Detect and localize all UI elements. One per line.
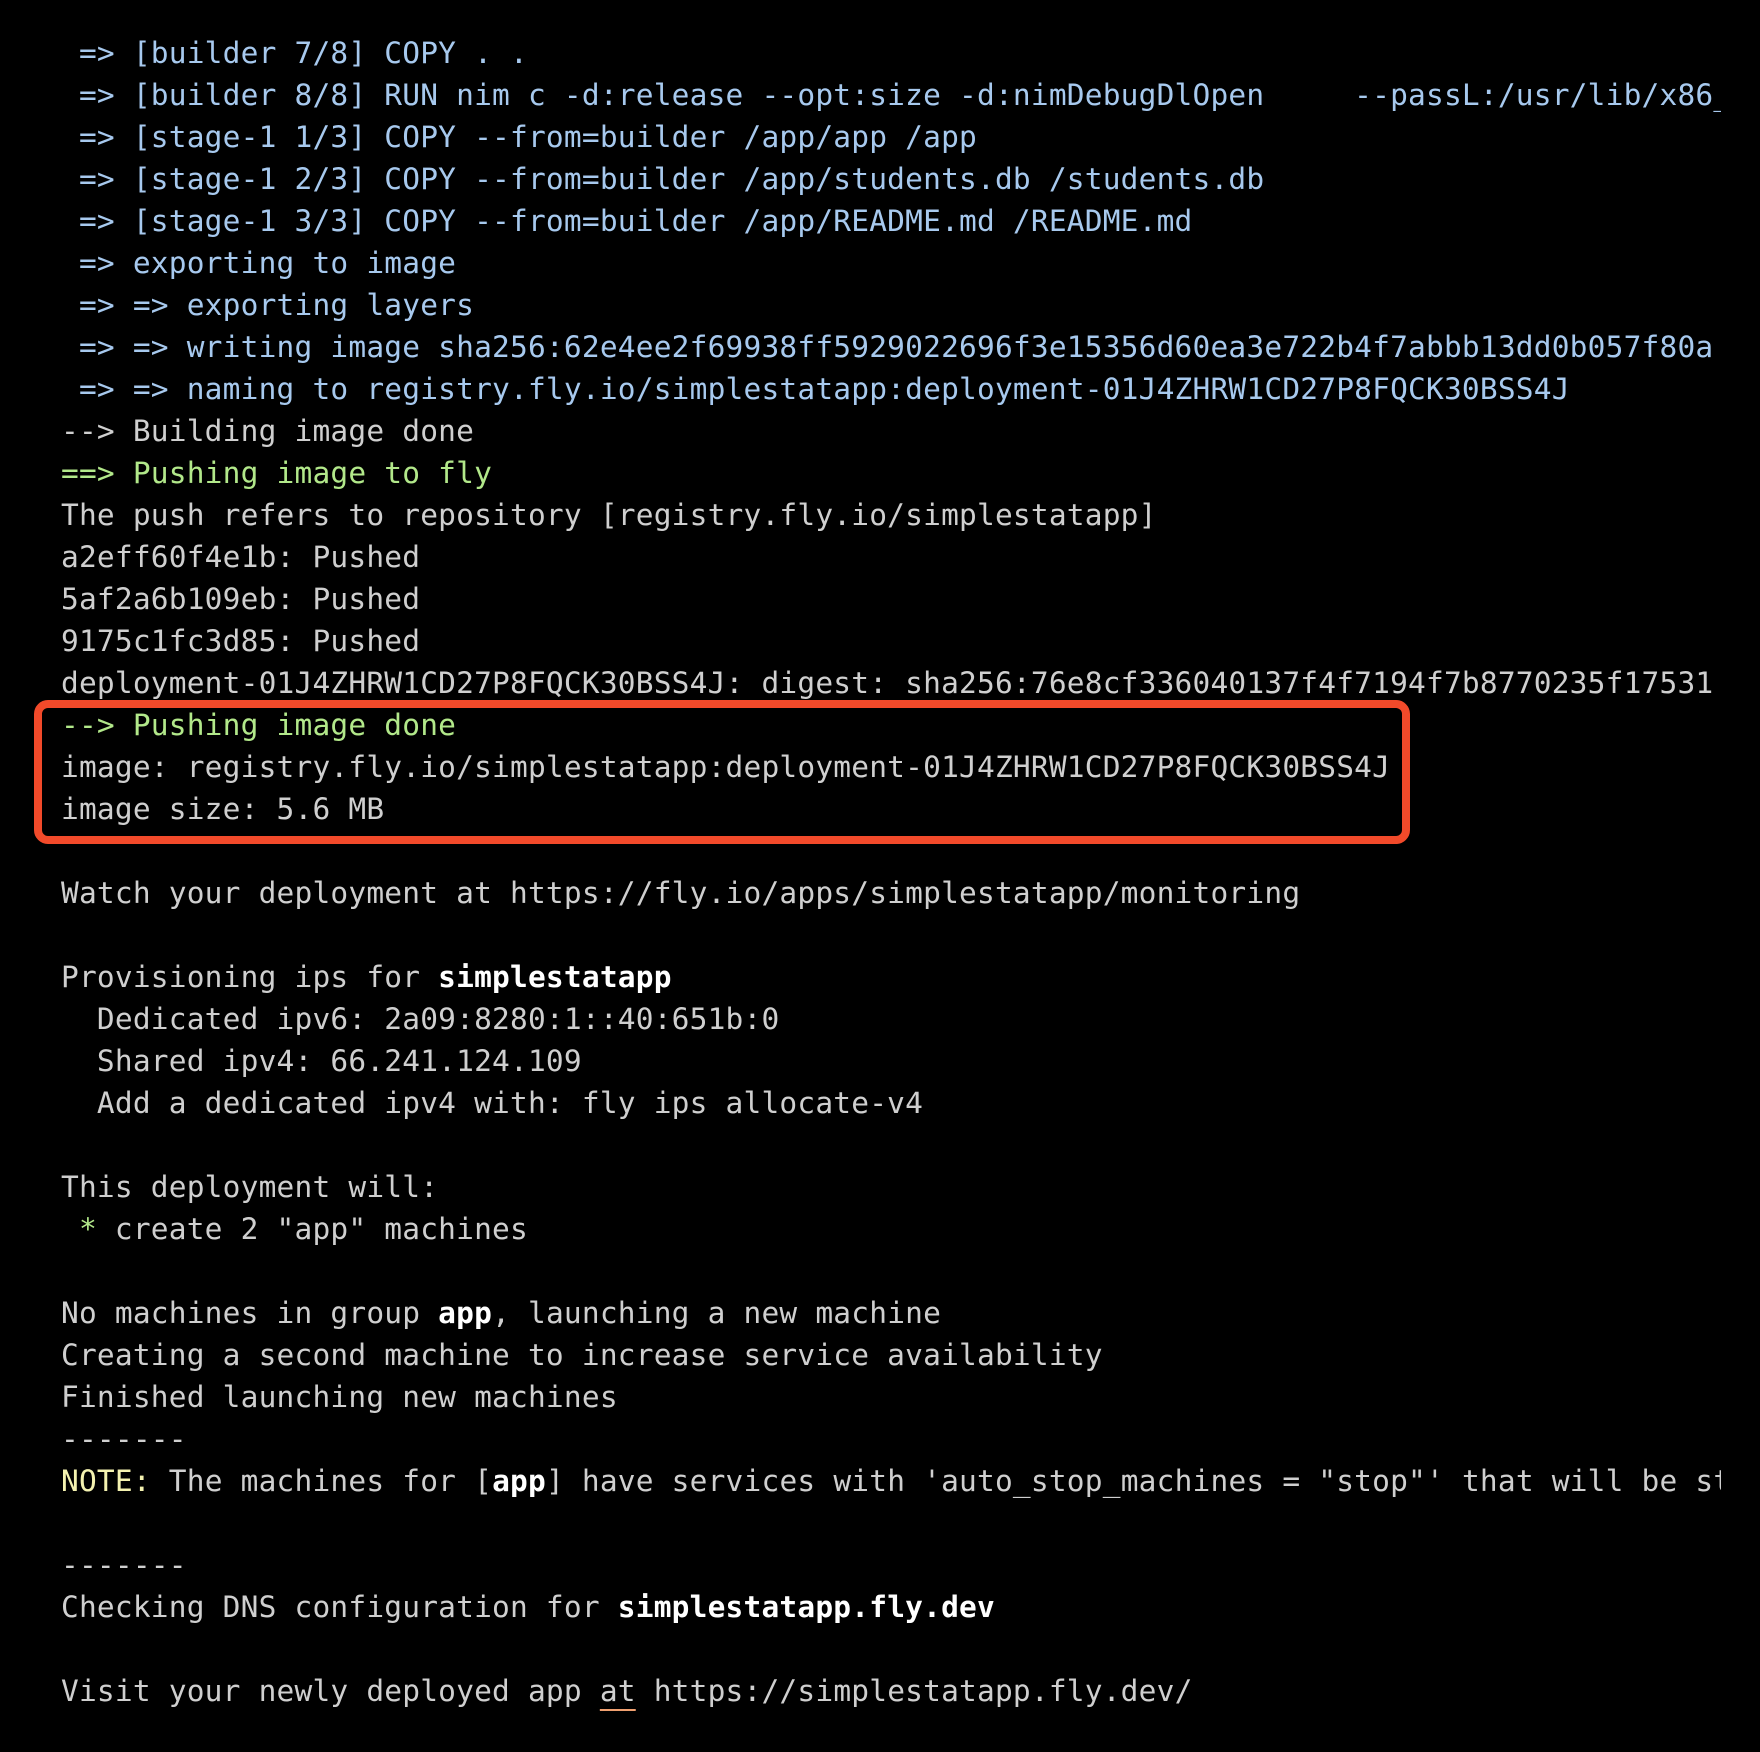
building-done-line: --> Building image done xyxy=(61,414,475,448)
separator: ------- xyxy=(61,1548,187,1582)
no-machines-suffix: , launching a new machine xyxy=(492,1296,942,1330)
group-name: app xyxy=(438,1296,493,1330)
image-reference-line: image: registry.fly.io/simplestatapp:dep… xyxy=(61,750,1391,784)
pushing-done-line: --> Pushing image done xyxy=(61,708,457,742)
watch-deployment-line: Watch your deployment at https://fly.io/… xyxy=(61,876,1301,910)
layer-pushed-line: 5af2a6b109eb: Pushed xyxy=(61,582,421,616)
build-step: => [stage-1 1/3] COPY --from=builder /ap… xyxy=(61,120,977,154)
build-step: => [stage-1 3/3] COPY --from=builder /ap… xyxy=(61,204,1193,238)
no-machines-line: No machines in group app, launching a ne… xyxy=(61,1292,1721,1334)
allocate-hint-line: Add a dedicated ipv4 with: fly ips alloc… xyxy=(61,1086,924,1120)
plan-header: This deployment will: xyxy=(61,1170,439,1204)
plan-item-text: create 2 "app" machines xyxy=(96,1212,528,1246)
build-step: => => writing image sha256:62e4ee2f69938… xyxy=(61,330,1714,364)
build-step: => => exporting layers xyxy=(61,288,475,322)
build-step: => [builder 8/8] RUN nim c -d:release --… xyxy=(61,78,1721,112)
visit-app-line: Visit your newly deployed app at https:/… xyxy=(61,1670,1721,1712)
app-url-link[interactable]: https://simplestatapp.fly.dev/ xyxy=(636,1674,1193,1708)
build-step: => [builder 7/8] COPY . . xyxy=(61,36,528,70)
note-line: NOTE: The machines for [app] have servic… xyxy=(61,1460,1721,1502)
dns-prefix: Checking DNS configuration for xyxy=(61,1590,618,1624)
layer-pushed-line: 9175c1fc3d85: Pushed xyxy=(61,624,421,658)
provisioning-line: Provisioning ips for simplestatapp xyxy=(61,956,1721,998)
image-size-line: image size: 5.6 MB xyxy=(61,792,385,826)
build-step: => exporting to image xyxy=(61,246,457,280)
visit-prefix: Visit your newly deployed app xyxy=(61,1674,600,1708)
app-name: simplestatapp xyxy=(438,960,672,994)
build-step: => [stage-1 2/3] COPY --from=builder /ap… xyxy=(61,162,1265,196)
note-suffix: ] have services with 'auto_stop_machines… xyxy=(545,1464,1721,1498)
terminal-window: => [builder 7/8] COPY . . => [builder 8/… xyxy=(0,0,1760,1752)
layer-pushed-line: a2eff60f4e1b: Pushed xyxy=(61,540,421,574)
bullet-star-icon: * xyxy=(61,1212,97,1246)
cursor-word: at xyxy=(599,1674,636,1708)
ipv4-line: Shared ipv4: 66.241.124.109 xyxy=(61,1044,582,1078)
provisioning-prefix: Provisioning ips for xyxy=(61,960,439,994)
pushing-header: ==> Pushing image to fly xyxy=(61,456,493,490)
note-prefix: The machines for [ xyxy=(150,1464,493,1498)
note-label: NOTE: xyxy=(61,1464,151,1498)
finished-line: Finished launching new machines xyxy=(61,1380,618,1414)
separator: ------- xyxy=(61,1422,187,1456)
dns-host: simplestatapp.fly.dev xyxy=(617,1590,995,1624)
no-machines-prefix: No machines in group xyxy=(61,1296,439,1330)
second-machine-line: Creating a second machine to increase se… xyxy=(61,1338,1103,1372)
dns-check-line: Checking DNS configuration for simplesta… xyxy=(61,1586,1721,1628)
push-repository-line: The push refers to repository [registry.… xyxy=(61,498,1157,532)
build-step: => => naming to registry.fly.io/simplest… xyxy=(61,372,1570,406)
plan-item: * create 2 "app" machines xyxy=(61,1208,1721,1250)
digest-line: deployment-01J4ZHRW1CD27P8FQCK30BSS4J: d… xyxy=(61,666,1714,700)
ipv6-line: Dedicated ipv6: 2a09:8280:1::40:651b:0 xyxy=(61,1002,780,1036)
note-group: app xyxy=(492,1464,546,1498)
